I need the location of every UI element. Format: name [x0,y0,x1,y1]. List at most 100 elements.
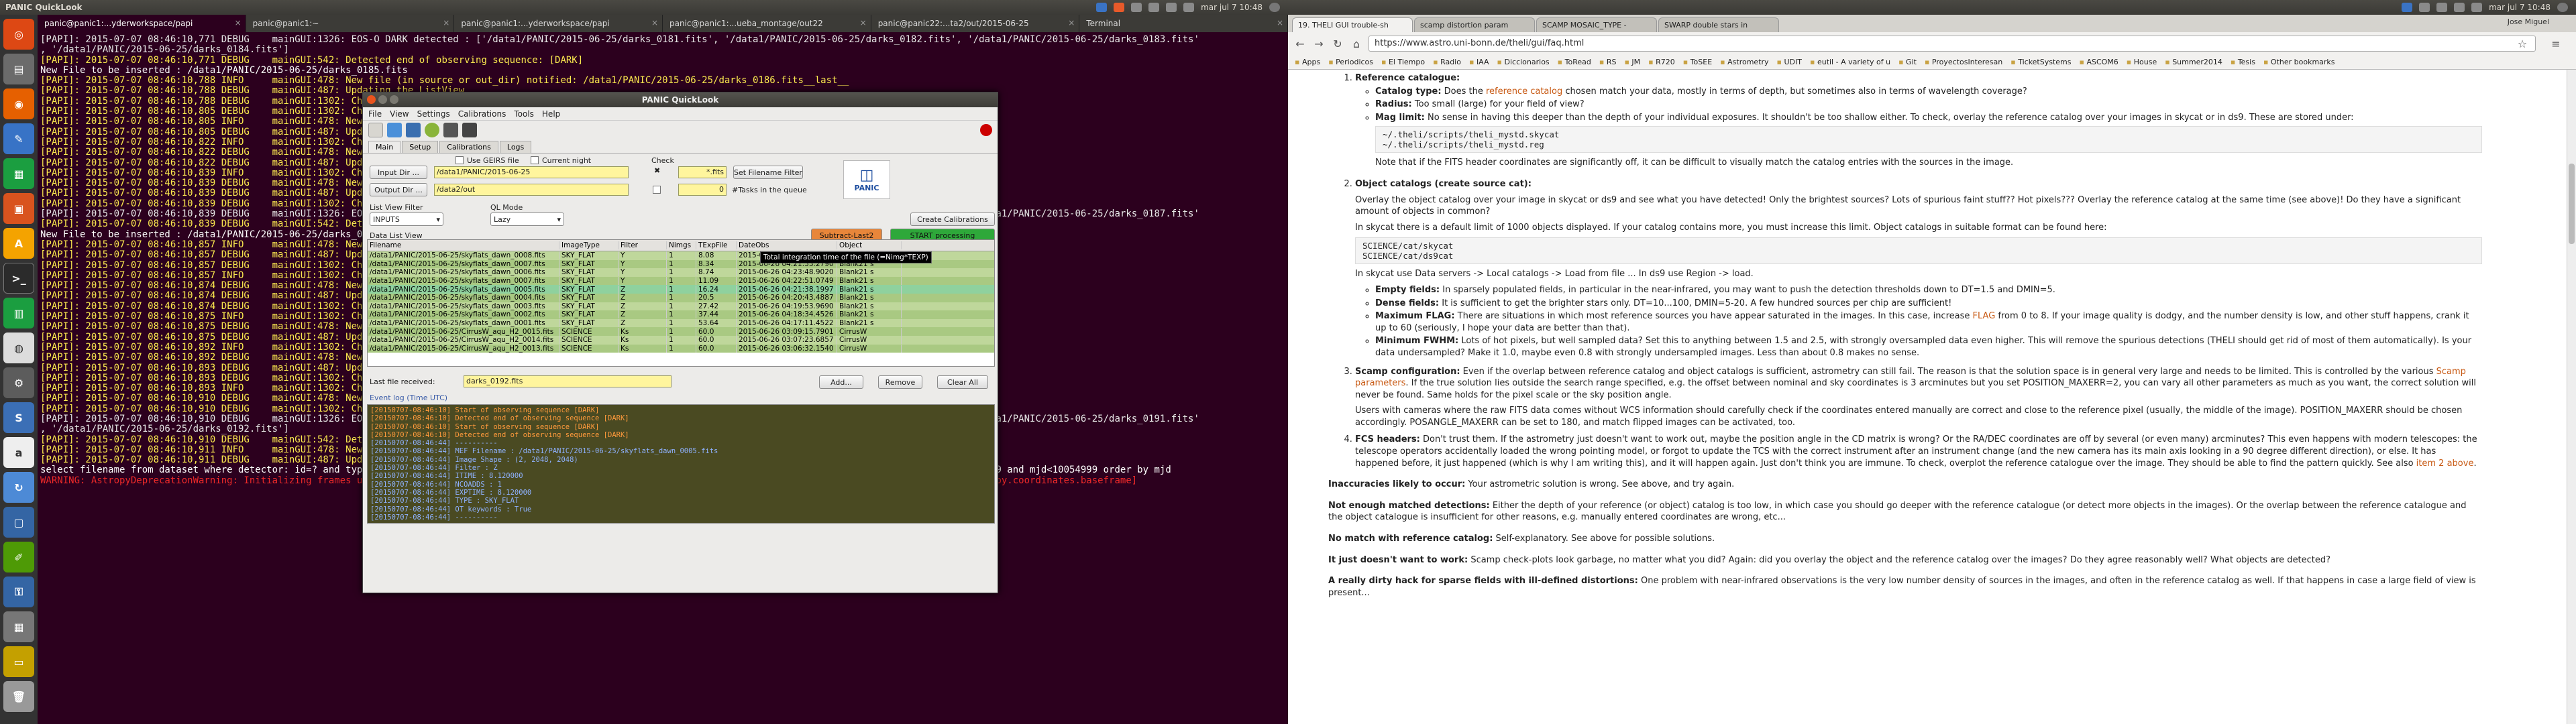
globe-icon[interactable] [425,123,439,137]
close-icon[interactable] [367,95,376,104]
clear-all-button[interactable]: Clear All [937,375,988,389]
bookmark-item[interactable]: Other bookmarks [2263,58,2335,66]
browser-tab[interactable]: SCAMP MOSAIC_TYPE - [1536,17,1657,32]
editor-icon[interactable]: ✐ [3,542,34,572]
quicklook-titlebar[interactable]: PANIC QuickLook [363,93,998,107]
skype-icon[interactable]: S [3,402,34,433]
home-icon[interactable]: ⌂ [1350,37,1363,50]
bookmark-item[interactable]: ASCOM6 [2080,58,2118,66]
table-row[interactable]: /data1/PANIC/2015-06-25/CirrusW_aqu_H2_0… [368,335,994,345]
table-row[interactable]: /data1/PANIC/2015-06-25/CirrusW_aqu_H2_0… [368,344,994,353]
create-calibrations-button[interactable]: Create Calibrations [910,213,995,226]
firefox-launcher-icon[interactable]: ◉ [3,88,34,119]
impress-icon[interactable]: ▣ [3,193,34,224]
bookmark-item[interactable]: UDIT [1777,58,1803,66]
event-log[interactable]: [20150707-08:46:10] Start of observing s… [367,404,995,524]
close-icon[interactable]: × [235,18,241,27]
output-dir-button[interactable]: Output Dir ... [370,183,427,196]
bookmark-item[interactable]: R720 [1648,58,1675,66]
menu-item-help[interactable]: Help [542,109,560,119]
column-header[interactable]: TExpFile [696,241,737,249]
amazon-icon[interactable]: a [3,437,34,468]
table-row[interactable]: /data1/PANIC/2015-06-25/skyflats_dawn_00… [368,268,994,277]
table-row[interactable]: /data1/PANIC/2015-06-25/skyflats_dawn_00… [368,310,994,319]
image-icon[interactable] [387,123,402,137]
power-icon[interactable] [1269,3,1280,12]
check-mark-icon[interactable]: ✖ [654,166,660,175]
terminal-tab[interactable]: panic@panic1:~ × [246,15,455,32]
bookmark-item[interactable]: eutil - A variety of u [1810,58,1890,66]
bookmark-item[interactable]: IAA [1469,58,1489,66]
terminal-tab[interactable]: Terminal × [1079,15,1289,32]
bookmark-item[interactable]: ToRead [1558,58,1591,66]
terminal-tab[interactable]: panic@panic1:...yderworkspace/papi × [454,15,663,32]
dropbox-icon[interactable] [2402,3,2413,12]
bookmark-item[interactable]: El Tiempo [1381,58,1425,66]
close-icon[interactable]: × [1068,18,1075,27]
close-icon[interactable]: × [1277,18,1283,27]
network-icon[interactable] [1131,3,1142,12]
bookmark-item[interactable]: Tesis [2231,58,2255,66]
menu-icon[interactable]: ≡ [2549,37,2563,50]
mail-icon[interactable] [2436,3,2448,12]
address-bar[interactable]: https://www.astro.uni-bonn.de/theli/gui/… [1368,36,2536,52]
terminal-launcher-icon[interactable]: >_ [3,263,34,294]
bookmark-item[interactable]: Git [1898,58,1917,66]
clock[interactable]: mar jul 7 10:48 [2489,3,2551,12]
table-row[interactable]: /data1/PANIC/2015-06-25/skyflats_dawn_00… [368,293,994,302]
column-header[interactable]: DateObs [737,241,837,249]
scrollbar-thumb[interactable] [2569,164,2575,244]
calc-icon[interactable]: ▦ [3,158,34,189]
settings-icon[interactable]: ⚙ [3,367,34,398]
menu-item-calibrations[interactable]: Calibrations [458,109,506,119]
menu-item-file[interactable]: File [368,109,382,119]
maximize-icon[interactable] [390,95,398,104]
reload-icon[interactable]: ↻ [1331,37,1344,50]
terminal-tab[interactable]: panic@panic22:...ta2/out/2015-06-25 × [871,15,1080,32]
trash-icon[interactable]: 🗑 [3,681,34,712]
network-icon[interactable] [2419,3,2430,12]
table-row[interactable]: /data1/PANIC/2015-06-25/skyflats_dawn_00… [368,285,994,294]
display-icon[interactable] [406,123,421,137]
virtualbox-icon[interactable]: ▢ [3,507,34,538]
volume-icon[interactable] [1183,3,1195,12]
power-icon[interactable] [2557,3,2568,12]
column-header[interactable]: Nimgs [667,241,696,249]
menu-item-tools[interactable]: Tools [514,109,534,119]
bookmark-item[interactable]: RS [1599,58,1617,66]
forward-icon[interactable]: → [1312,37,1326,50]
workspaces-icon[interactable]: ▦ [3,611,34,642]
column-header[interactable]: Filter [619,241,667,249]
table-row[interactable]: /data1/PANIC/2015-06-25/CirrusW_aqu_H2_0… [368,327,994,336]
menu-item-view[interactable]: View [390,109,409,119]
table-row[interactable]: /data1/PANIC/2015-06-25/skyflats_dawn_00… [368,318,994,328]
stop-icon[interactable] [980,124,992,136]
terminal-tab[interactable]: panic@panic1:...ueba_montage/out22 × [663,15,871,32]
new-file-icon[interactable] [368,123,383,137]
dropbox-icon[interactable] [1096,3,1108,12]
ql-mode-select[interactable]: Lazy ▾ [490,213,564,226]
updates-icon[interactable]: ↻ [3,472,34,503]
browser-user[interactable]: Jose Miguel [2508,17,2549,26]
column-header[interactable]: ImageType [559,241,619,249]
output-check-checkbox[interactable] [653,186,661,194]
bookmark-item[interactable]: JM [1624,58,1640,66]
bookmark-item[interactable]: Apps [1295,58,1320,66]
firefox-icon[interactable] [1114,3,1125,12]
tab-logs[interactable]: Logs [499,141,532,153]
spreadsheet-icon[interactable]: ▥ [3,298,34,328]
tab-setup[interactable]: Setup [402,141,439,153]
table-row[interactable]: /data1/PANIC/2015-06-25/skyflats_dawn_00… [368,276,994,286]
mail-icon[interactable] [1148,3,1160,12]
terminal-tab[interactable]: panic@panic1:...yderworkspace/papi × [38,15,246,32]
battery-icon[interactable] [2454,3,2465,12]
input-dir-field[interactable]: /data1/PANIC/2015-06-25 [434,166,629,178]
reference-catalog-link[interactable]: reference catalog [1486,86,1562,97]
browser-tab[interactable]: SWARP double stars in [1658,17,1779,32]
input-dir-button[interactable]: Input Dir ... [370,166,427,179]
bookmark-item[interactable]: ProyectosInteresan [1925,58,2002,66]
bookmark-item[interactable]: TicketSystems [2010,58,2071,66]
menu-item-settings[interactable]: Settings [417,109,450,119]
dash-icon[interactable]: ◎ [3,19,34,50]
close-icon[interactable]: × [860,18,867,27]
